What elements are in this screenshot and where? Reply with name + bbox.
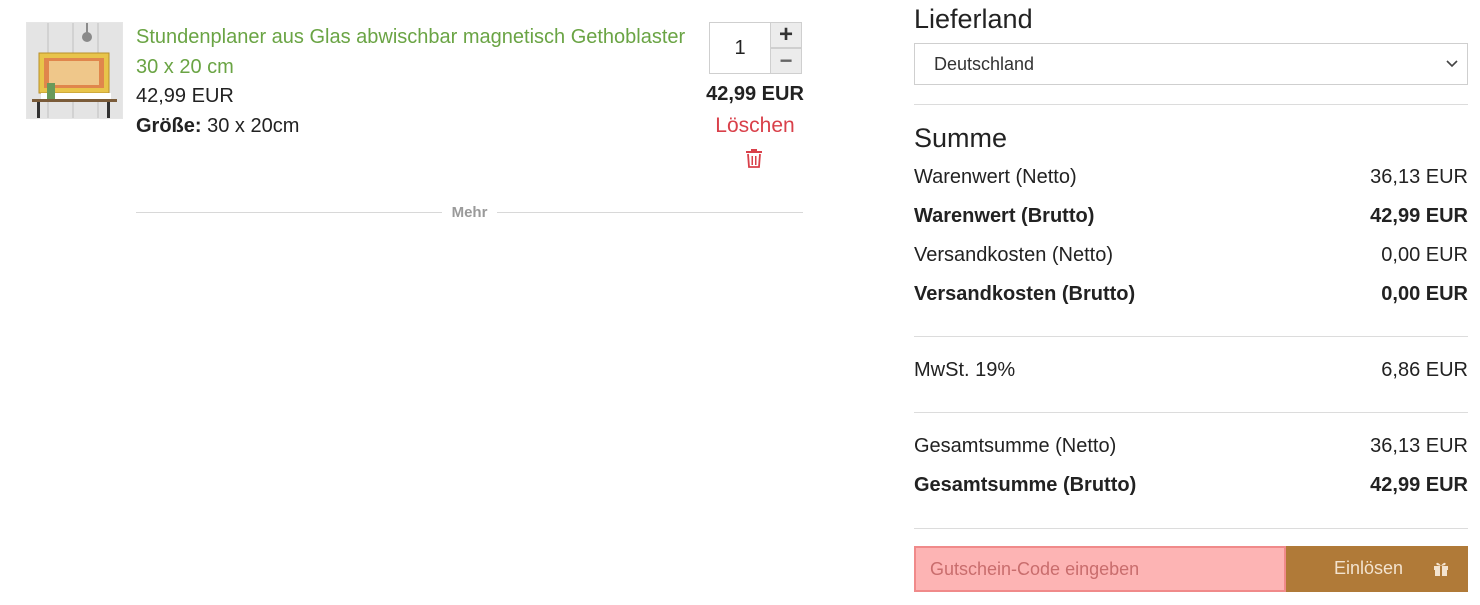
coupon-code-input[interactable] [914, 546, 1286, 592]
summary-row: Versandkosten (Netto) 0,00 EUR [914, 242, 1468, 268]
summary-value: 6,86 EUR [1381, 359, 1468, 381]
trash-icon[interactable] [744, 148, 764, 168]
summary-label: Versandkosten (Netto) [914, 244, 1113, 266]
summary-value: 0,00 EUR [1381, 244, 1468, 266]
summary-value: 42,99 EUR [1370, 474, 1468, 496]
chevron-down-icon [1446, 60, 1458, 68]
quantity-increase-button[interactable]: + [771, 21, 802, 48]
summary-row: Warenwert (Netto) 36,13 EUR [914, 164, 1468, 190]
coupon-form: Einlösen [914, 546, 1468, 592]
delete-button[interactable]: Löschen [700, 113, 810, 139]
product-thumbnail[interactable] [26, 22, 123, 119]
divider [914, 104, 1468, 105]
shipping-country-select[interactable]: Deutschland [914, 43, 1468, 85]
summary-heading: Summe [914, 123, 1008, 153]
summary-value: 36,13 EUR [1370, 166, 1468, 188]
size-label: Größe: [136, 115, 202, 137]
divider [914, 528, 1468, 529]
summary-row: MwSt. 19% 6,86 EUR [914, 357, 1468, 383]
summary-value: 42,99 EUR [1370, 205, 1468, 227]
product-size: Größe: 30 x 20cm [136, 112, 299, 140]
summary-row: Gesamtsumme (Brutto) 42,99 EUR [914, 472, 1468, 498]
more-link[interactable]: Mehr [442, 204, 498, 221]
summary-value: 36,13 EUR [1370, 435, 1468, 457]
quantity-stepper: + − [709, 21, 802, 74]
summary-label: Warenwert (Netto) [914, 166, 1077, 188]
redeem-button-label: Einlösen [1334, 558, 1404, 578]
gift-icon [1434, 562, 1448, 576]
summary-label: Versandkosten (Brutto) [914, 283, 1136, 305]
divider [914, 336, 1468, 337]
size-value: 30 x 20cm [207, 115, 300, 137]
selected-country: Deutschland [934, 53, 1035, 74]
redeem-coupon-button[interactable]: Einlösen [1286, 546, 1468, 592]
quantity-input[interactable] [709, 22, 771, 74]
product-unit-price: 42,99 EUR [136, 85, 234, 107]
divider [914, 412, 1468, 413]
product-title-link[interactable]: Stundenplaner aus Glas abwischbar magnet… [136, 22, 696, 82]
shipping-country-heading: Lieferland [914, 4, 1033, 34]
summary-label: Warenwert (Brutto) [914, 205, 1095, 227]
divider-line-right [497, 211, 803, 213]
summary-label: Gesamtsumme (Netto) [914, 435, 1117, 457]
line-total: 42,99 EUR [706, 83, 804, 105]
divider-line-left [136, 211, 442, 213]
summary-label: MwSt. 19% [914, 359, 1016, 381]
quantity-decrease-button[interactable]: − [771, 48, 802, 74]
summary-row: Versandkosten (Brutto) 0,00 EUR [914, 281, 1468, 307]
summary-value: 0,00 EUR [1381, 283, 1468, 305]
summary-label: Gesamtsumme (Brutto) [914, 474, 1137, 496]
summary-row: Warenwert (Brutto) 42,99 EUR [914, 203, 1468, 229]
summary-row: Gesamtsumme (Netto) 36,13 EUR [914, 433, 1468, 459]
more-divider: Mehr [136, 200, 803, 224]
